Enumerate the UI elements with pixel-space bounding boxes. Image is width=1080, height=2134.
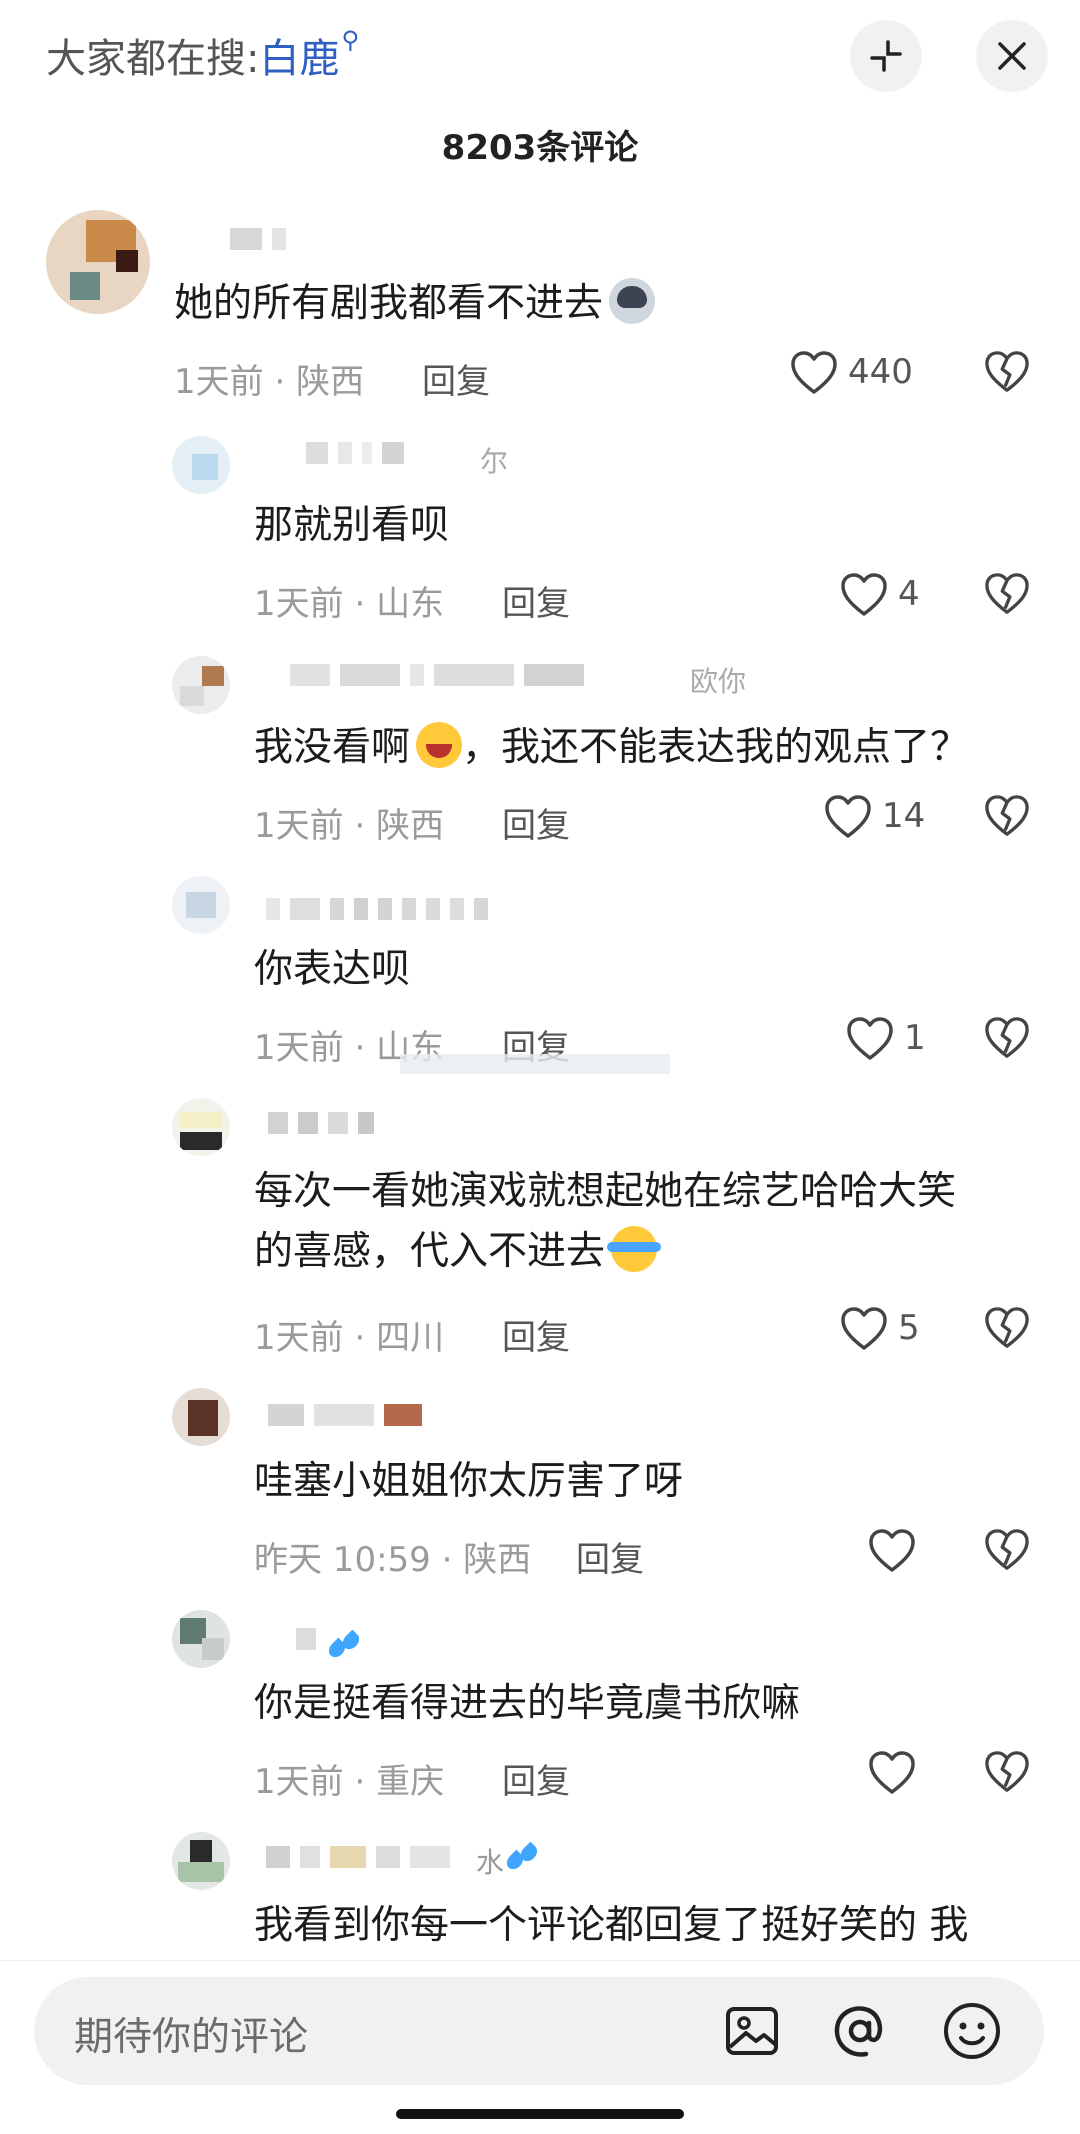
hot-search-keyword[interactable]: 白鹿 [259,36,339,82]
reply-button[interactable]: 回复 [502,798,570,847]
reply-button[interactable]: 回复 [502,576,570,625]
avatar[interactable] [46,210,150,314]
avatar[interactable] [172,876,230,934]
laugh-cry-emoji [607,1226,662,1272]
like-button[interactable]: 5 [840,1306,940,1354]
comment-text: 那就别看呗 [254,503,450,548]
search-icon: ⚲ [341,26,360,54]
username-blurred[interactable] [296,1628,372,1654]
heart-outline-icon [841,1307,887,1350]
broken-heart-icon [985,351,1029,392]
dislike-button[interactable] [984,794,1030,840]
dislike-button[interactable] [984,572,1030,618]
avatar[interactable] [172,656,230,714]
top-bar: 大家都在搜:白鹿⚲ [0,0,1080,120]
username-tail: 尔 [480,445,509,478]
broken-heart-icon [985,1529,1029,1570]
comment-text: 你是挺看得进去的毕竟虞书欣嘛 [254,1681,801,1726]
username-blurred[interactable] [266,898,498,924]
heart-outline-icon [869,1751,915,1794]
username-blurred[interactable] [268,1112,384,1138]
like-button[interactable]: 440 [790,350,920,398]
avatar[interactable] [172,1610,230,1668]
broken-heart-icon [985,1751,1029,1792]
reply-button[interactable]: 回复 [422,354,490,403]
username-tail: 水 [476,1840,540,1881]
dislike-button[interactable] [984,1528,1030,1574]
username-blurred[interactable] [290,664,594,690]
comment-meta: 1天前 · 山东 [254,584,445,624]
collapse-icon [870,40,902,72]
avatar[interactable] [172,1832,230,1890]
like-count: 5 [898,1308,920,1348]
like-button[interactable]: 1 [846,1016,946,1064]
heart-outline-icon [791,351,837,394]
comment-meta: 1天前 · 四川 [254,1318,445,1358]
sweat-drops-emoji [504,1840,540,1876]
comment-meta: 昨天 10:59 · 陕西 [254,1540,532,1580]
like-button[interactable] [868,1750,928,1798]
comment-count-title: 8203条评论 [441,128,639,168]
comment-input-placeholder: 期待你的评论 [74,2015,309,2060]
username-blurred[interactable] [268,1404,432,1430]
like-count: 1 [904,1018,926,1058]
comment-meta: 1天前 · 重庆 [254,1762,445,1802]
comment-text: 哇塞小姐姐你太厉害了呀 [254,1459,684,1504]
home-indicator[interactable] [396,2109,684,2119]
heart-outline-icon [847,1017,893,1060]
username-blurred[interactable] [266,1846,460,1872]
like-button[interactable] [868,1528,928,1576]
username-blurred[interactable] [306,442,414,468]
comment-text: 我没看啊 ，我还不能表达我的观点了？ [254,718,969,778]
comment-text: 我看到你每一个评论都回复了挺好笑的 我 [254,1903,969,1948]
hot-search-prefix: 大家都在搜: [46,36,260,82]
hot-search-link[interactable]: 大家都在搜:白鹿⚲ [46,26,359,84]
collapse-button[interactable] [850,20,922,92]
avatar[interactable] [172,436,230,494]
sweat-drops-emoji [326,1628,362,1650]
heart-outline-icon [825,795,871,838]
avatar[interactable] [172,1388,230,1446]
heart-outline-icon [841,573,887,616]
sly-dog-emoji [609,278,656,324]
comment-meta: 1天前 · 陕西 [174,362,365,402]
dislike-button[interactable] [984,350,1030,396]
comment-text: 她的所有剧我都看不进去 [174,274,656,334]
like-count: 440 [848,352,913,392]
broken-heart-icon [985,1307,1029,1348]
like-button[interactable]: 4 [840,572,940,620]
comment-input-bar: 期待你的评论 [0,1960,1080,2134]
overlay-blur [400,1054,670,1074]
heart-outline-icon [869,1529,915,1572]
comment-meta: 1天前 · 陕西 [254,806,445,846]
at-mention-icon[interactable] [828,1999,892,2063]
username-tail: 欧你 [690,665,747,698]
dislike-button[interactable] [984,1306,1030,1352]
dislike-button[interactable] [984,1750,1030,1796]
grin-sweat-emoji [416,722,463,768]
broken-heart-icon [985,573,1029,614]
close-icon [998,42,1026,70]
broken-heart-icon [985,1017,1029,1058]
like-count: 14 [882,796,926,836]
reply-button[interactable]: 回复 [502,1310,570,1359]
comment-text: 每次一看她演戏就想起她在综艺哈哈大笑 的喜感，代入不进去 [254,1169,957,1274]
avatar[interactable] [172,1098,230,1156]
image-icon[interactable] [720,1999,784,2063]
dislike-button[interactable] [984,1016,1030,1062]
reply-button[interactable]: 回复 [502,1754,570,1803]
broken-heart-icon [985,795,1029,836]
comment-input[interactable]: 期待你的评论 [34,1977,1044,2085]
emoji-icon[interactable] [940,1999,1004,2063]
comment-text: 你表达呗 [254,947,411,992]
like-count: 4 [898,574,920,614]
close-button[interactable] [976,20,1048,92]
like-button[interactable]: 14 [824,794,944,842]
username-blurred[interactable] [230,228,296,254]
reply-button[interactable]: 回复 [576,1532,644,1581]
